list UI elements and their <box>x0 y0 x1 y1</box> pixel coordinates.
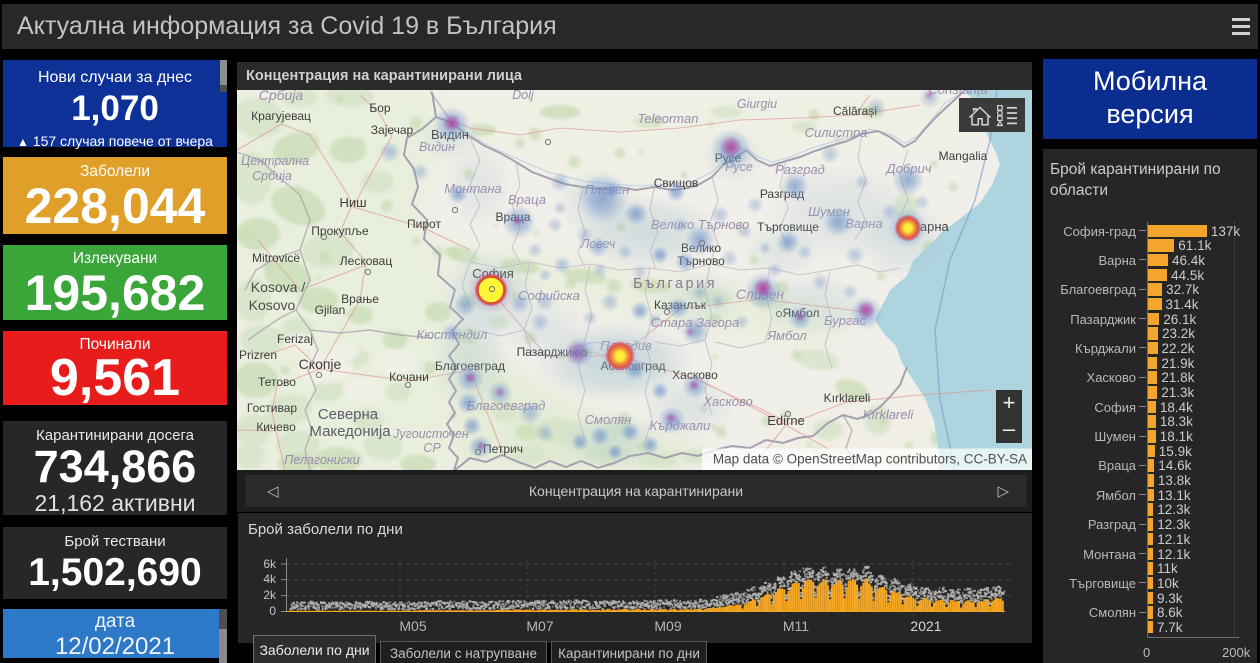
svg-text:Dolj: Dolj <box>512 90 535 102</box>
svg-text:Mangalia: Mangalia <box>939 149 988 163</box>
svg-text:Giurgiu: Giurgiu <box>737 97 777 111</box>
svg-text:Зајечар: Зајечар <box>371 123 414 137</box>
svg-text:Kosovo: Kosovo <box>249 297 296 313</box>
svg-text:Крагујевац: Крагујевац <box>251 109 311 123</box>
svg-text:Бор: Бор <box>369 101 391 115</box>
svg-text:Централна: Централна <box>241 154 309 168</box>
svg-text:Ниш: Ниш <box>339 195 366 210</box>
svg-text:Србија: Србија <box>252 169 292 183</box>
svg-text:Враца: Враца <box>508 192 546 207</box>
svg-text:Силистра: Силистра <box>805 125 868 140</box>
svg-text:Teleorman: Teleorman <box>638 111 699 126</box>
svg-text:Србија: Србија <box>259 90 304 103</box>
